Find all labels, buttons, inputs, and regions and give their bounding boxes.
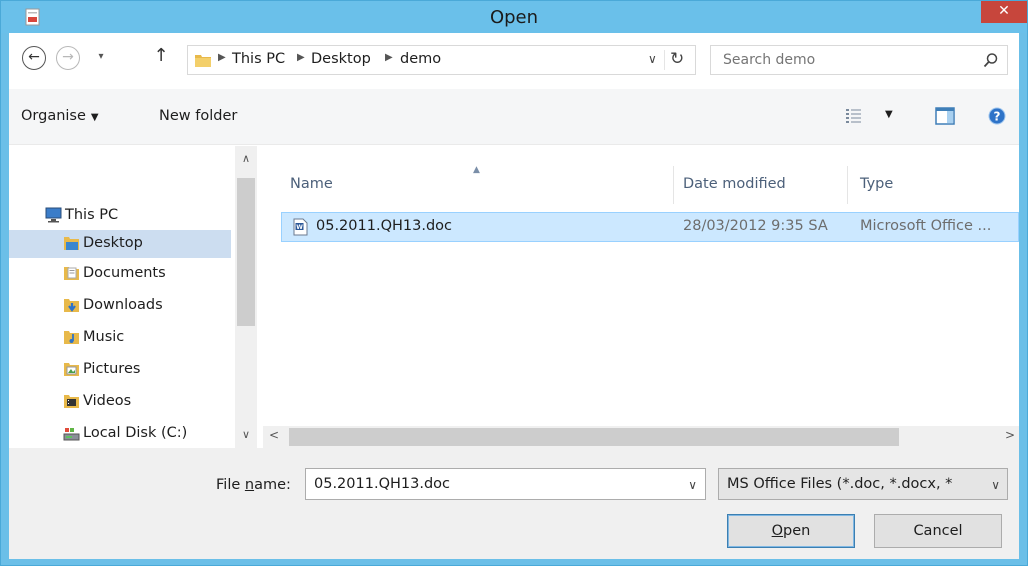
file-row[interactable]: W 05.2011.QH13.doc 28/03/2012 9:35 SA Mi… — [281, 212, 1019, 242]
sidebar-item-documents[interactable]: Documents — [9, 260, 231, 288]
file-name-dropdown-icon[interactable]: ∨ — [688, 478, 697, 492]
sidebar-item-label: This PC — [65, 207, 119, 223]
breadcrumb-desktop[interactable]: Desktop — [311, 51, 371, 67]
search-box[interactable] — [710, 45, 1008, 75]
file-name-label-accesskey: n — [244, 477, 255, 493]
preview-pane-icon[interactable] — [935, 107, 955, 125]
breadcrumb-this-pc[interactable]: This PC — [232, 51, 285, 67]
new-folder-button[interactable]: New folder — [159, 108, 237, 124]
file-name-value: 05.2011.QH13.doc — [314, 476, 450, 492]
open-button-accesskey: O — [771, 523, 784, 539]
videos-folder-icon — [64, 395, 79, 408]
window-title: Open — [489, 7, 539, 28]
sidebar-item-label: Downloads — [83, 297, 163, 313]
command-toolbar: Organise ▼ New folder ▼ ? — [9, 89, 1019, 145]
file-name-field[interactable]: 05.2011.QH13.doc ∨ — [305, 468, 706, 500]
breadcrumb-separator-icon: ▶ — [385, 52, 393, 63]
folder-icon — [195, 55, 211, 67]
file-date-modified: 28/03/2012 9:35 SA — [683, 218, 828, 234]
svg-text:W: W — [296, 224, 303, 231]
scroll-up-arrow-icon[interactable]: ∧ — [235, 152, 257, 165]
sidebar-item-label: Videos — [83, 393, 132, 409]
scroll-left-arrow-icon[interactable]: < — [269, 428, 279, 442]
back-button[interactable]: ← — [22, 46, 46, 70]
sidebar-item-label: Desktop — [83, 235, 143, 251]
recent-locations-dropdown[interactable]: ▾ — [89, 46, 113, 70]
forward-arrow-icon: → — [62, 49, 74, 65]
scroll-down-arrow-icon[interactable]: ∨ — [235, 428, 257, 441]
refresh-button[interactable]: ↻ — [670, 49, 684, 69]
file-name-label-text: ame: — [254, 477, 291, 493]
sidebar-item-videos[interactable]: Videos — [9, 388, 231, 416]
sidebar-item-label: Music — [83, 329, 125, 345]
scrollbar-thumb[interactable] — [237, 178, 255, 326]
file-type-filter-value: MS Office Files (*.doc, *.docx, * — [727, 476, 953, 492]
sidebar-item-music[interactable]: Music — [9, 324, 231, 352]
computer-icon — [45, 207, 62, 223]
scroll-right-arrow-icon[interactable]: > — [1005, 428, 1015, 442]
chevron-down-icon: ▼ — [90, 112, 99, 123]
file-name: 05.2011.QH13.doc — [316, 218, 452, 234]
views-dropdown-button[interactable]: ▼ — [885, 109, 893, 120]
column-header-name[interactable]: Name — [290, 176, 333, 192]
breadcrumb-demo[interactable]: demo — [400, 51, 441, 67]
address-divider — [664, 50, 665, 70]
close-button[interactable]: ✕ — [981, 1, 1027, 23]
column-divider — [673, 166, 674, 204]
sidebar-item-label: Local Disk (C:) — [83, 425, 188, 441]
file-name-label-text: File — [216, 477, 245, 493]
sidebar-item-downloads[interactable]: Downloads — [9, 292, 231, 320]
navigation-pane: This PC Desktop Documents Downloads Musi… — [9, 146, 259, 448]
organise-menu-button[interactable]: Organise ▼ — [21, 108, 99, 124]
disk-drive-icon — [63, 428, 80, 441]
column-header-date-modified[interactable]: Date modified — [683, 176, 786, 192]
search-icon[interactable] — [983, 52, 999, 68]
address-bar[interactable]: ▶ This PC ▶ Desktop ▶ demo ∨ ↻ — [187, 45, 696, 75]
file-list: ▲ Name Date modified Type W 05.2011.QH13… — [263, 146, 1019, 448]
open-file-dialog: Open ✕ ← → ▾ ↑ ▶ This PC ▶ Desktop ▶ dem… — [0, 0, 1028, 566]
file-type-filter-select[interactable]: MS Office Files (*.doc, *.docx, * ∨ — [718, 468, 1008, 500]
sort-ascending-icon: ▲ — [473, 165, 480, 175]
breadcrumb-separator-icon: ▶ — [297, 52, 305, 63]
open-button-label: pen — [783, 523, 811, 539]
sidebar-item-label: Pictures — [83, 361, 141, 377]
sidebar-item-this-pc[interactable]: This PC — [9, 202, 231, 230]
title-bar[interactable]: Open ✕ — [1, 1, 1027, 33]
scrollbar-thumb[interactable] — [289, 428, 899, 446]
dialog-body: ← → ▾ ↑ ▶ This PC ▶ Desktop ▶ demo ∨ ↻ S… — [9, 33, 1019, 559]
desktop-folder-icon — [64, 237, 79, 250]
open-button[interactable]: Open — [727, 514, 855, 548]
music-folder-icon — [64, 331, 79, 344]
search-input[interactable] — [711, 46, 971, 74]
help-icon[interactable]: ? — [987, 106, 1007, 126]
pictures-folder-icon — [64, 363, 79, 376]
sidebar-item-label: Documents — [83, 265, 166, 281]
svg-text:?: ? — [994, 110, 1001, 124]
column-divider — [847, 166, 848, 204]
view-options-icon[interactable] — [845, 108, 863, 124]
breadcrumb-separator-icon: ▶ — [218, 52, 226, 63]
file-type-dropdown-icon[interactable]: ∨ — [987, 478, 1000, 492]
navigation-bar: ← → ▾ ↑ ▶ This PC ▶ Desktop ▶ demo ∨ ↻ S… — [9, 33, 1019, 89]
sidebar-item-local-disk[interactable]: Local Disk (C:) — [9, 420, 231, 448]
documents-folder-icon — [64, 267, 79, 280]
downloads-folder-icon — [64, 299, 79, 312]
address-dropdown-button[interactable]: ∨ — [648, 52, 657, 66]
file-type: Microsoft Office ... — [860, 218, 992, 234]
back-arrow-icon: ← — [28, 49, 40, 65]
sidebar-item-desktop[interactable]: Desktop — [9, 230, 231, 258]
file-list-horizontal-scrollbar[interactable]: < > — [263, 426, 1019, 448]
nav-pane-scrollbar[interactable]: ∧ ∨ — [235, 146, 257, 448]
forward-button[interactable]: → — [56, 46, 80, 70]
up-button[interactable]: ↑ — [149, 46, 173, 70]
sidebar-item-pictures[interactable]: Pictures — [9, 356, 231, 384]
cancel-button[interactable]: Cancel — [874, 514, 1002, 548]
dialog-footer: File name: 05.2011.QH13.doc ∨ MS Office … — [9, 448, 1019, 559]
column-header-type[interactable]: Type — [860, 176, 893, 192]
file-name-label: File name: — [216, 477, 291, 493]
word-document-icon: W — [293, 218, 308, 236]
organise-label: Organise — [21, 108, 86, 124]
